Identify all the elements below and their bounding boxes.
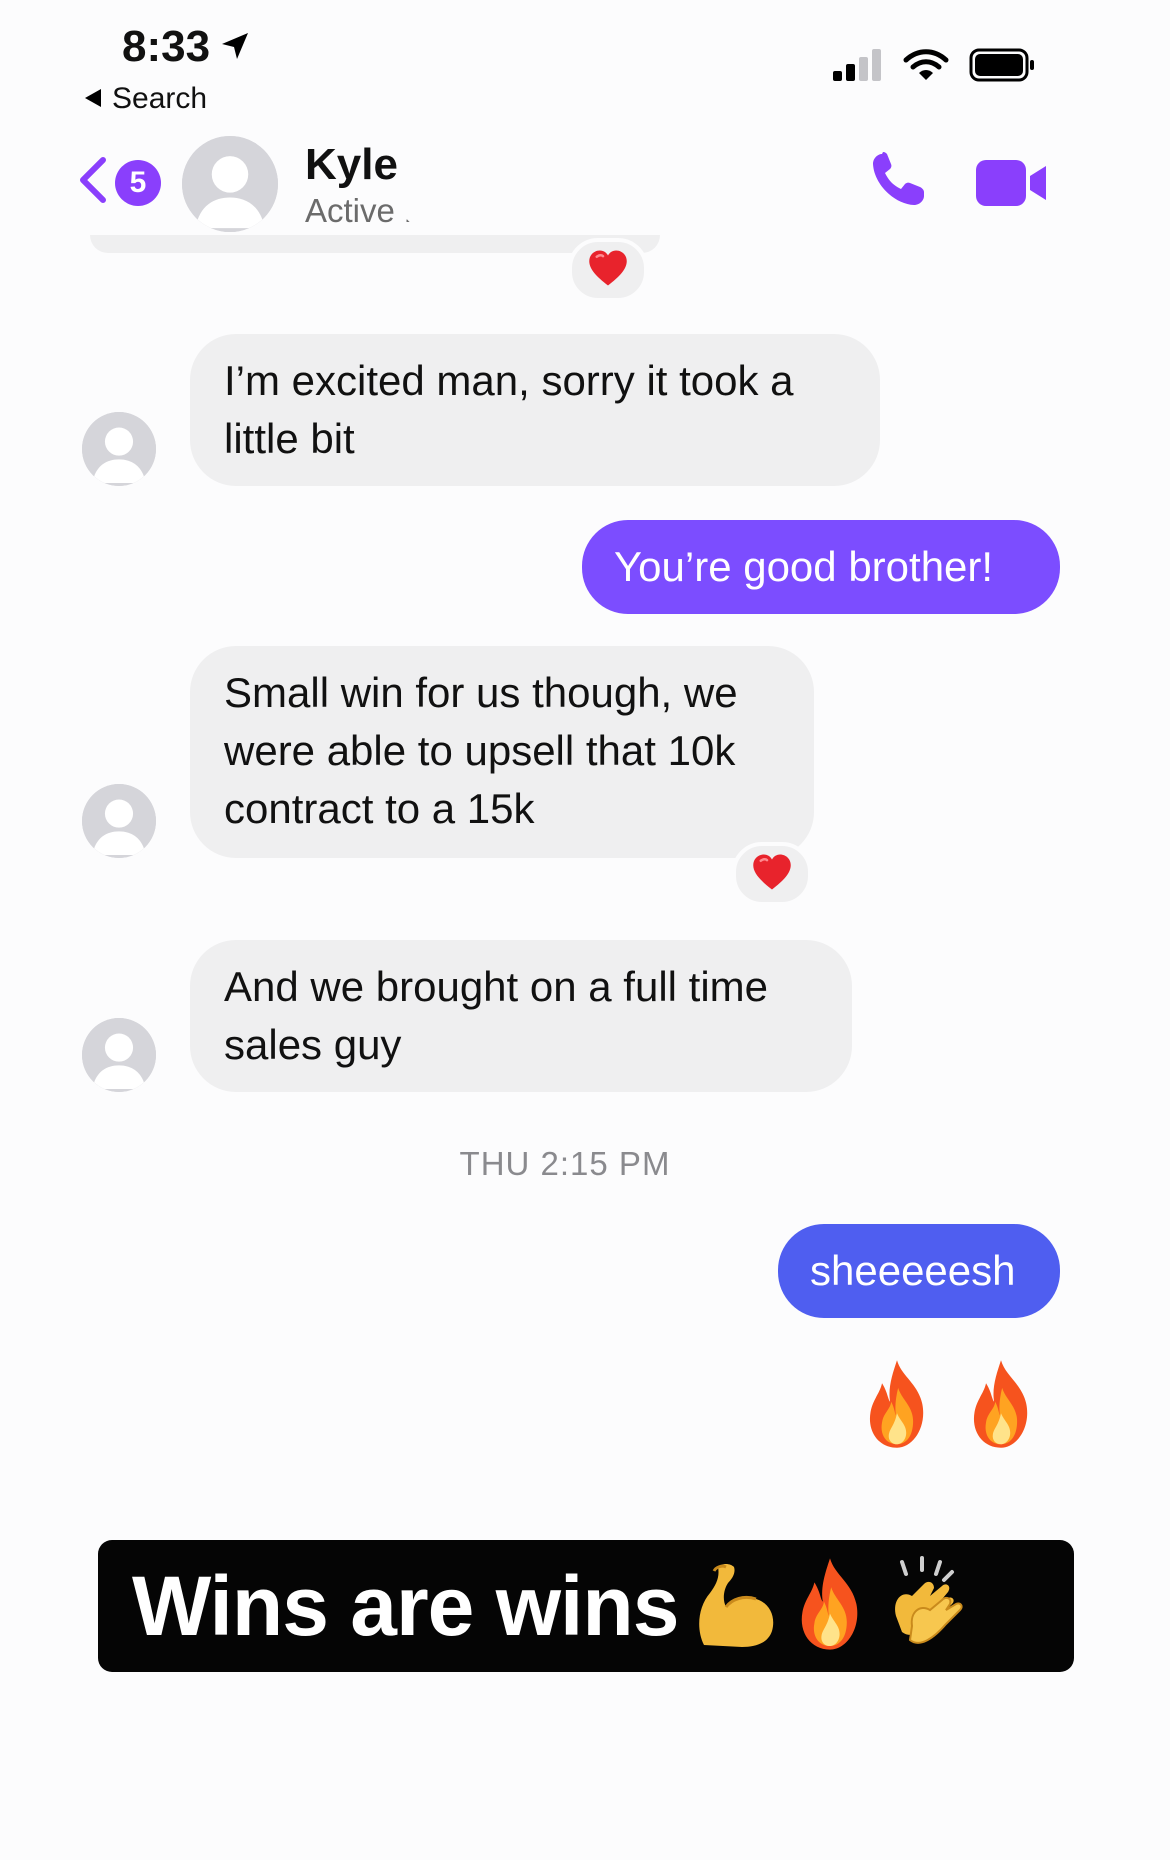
- wifi-icon: [903, 48, 949, 87]
- message-bubble[interactable]: And we brought on a full time sales guy: [190, 940, 852, 1092]
- message-bubble-outgoing[interactable]: You’re good brother!: [582, 520, 1060, 614]
- message-reaction[interactable]: [732, 842, 812, 906]
- status-icons: [833, 48, 1035, 87]
- caption-banner: Wins are wins: [98, 1540, 1074, 1672]
- chat-timestamp: THU 2:15 PM: [459, 1145, 671, 1182]
- time-text: 8:33: [122, 22, 211, 71]
- heart-icon: [752, 853, 792, 896]
- back-triangle-icon: [84, 82, 102, 116]
- chat-header: 5 Kyle Active 10m ago: [0, 120, 1170, 245]
- video-camera-icon: [976, 160, 1048, 210]
- sender-avatar[interactable]: [82, 412, 156, 486]
- redaction-patch: [400, 130, 600, 230]
- sender-avatar[interactable]: [82, 784, 156, 858]
- message-text: I’m excited man, sorry it took a little …: [224, 357, 794, 462]
- message-bubble[interactable]: I’m excited man, sorry it took a little …: [190, 334, 880, 486]
- contact-avatar[interactable]: [182, 136, 278, 232]
- video-call-button[interactable]: [976, 160, 1048, 211]
- message-text: sheeeeesh: [810, 1247, 1016, 1294]
- message-text: And we brought on a full time sales guy: [224, 963, 768, 1068]
- battery-icon: [969, 48, 1035, 87]
- fire-icon: [862, 1358, 932, 1455]
- heart-icon: [588, 249, 628, 292]
- chevron-left-icon: [75, 156, 109, 209]
- back-to-app-link[interactable]: Search: [84, 82, 207, 116]
- phone-icon: [868, 152, 928, 214]
- audio-call-button[interactable]: [868, 150, 928, 215]
- fire-icon: [966, 1358, 1036, 1455]
- location-arrow-icon: [220, 22, 250, 72]
- contact-name[interactable]: Kyle: [305, 140, 398, 190]
- unread-count-badge: 5: [115, 159, 161, 206]
- back-app-label: Search: [112, 82, 208, 115]
- clapping-hands-icon: [882, 1555, 972, 1657]
- fire-icon: [792, 1556, 868, 1657]
- message-text: Small win for us though, we were able to…: [224, 669, 738, 832]
- message-text: You’re good brother!: [614, 543, 994, 590]
- message-bubble[interactable]: Small win for us though, we were able to…: [190, 646, 814, 858]
- message-bubble-outgoing[interactable]: sheeeeesh: [778, 1224, 1060, 1318]
- emoji-message[interactable]: [862, 1358, 1036, 1455]
- message-reaction[interactable]: [568, 238, 648, 302]
- flexed-biceps-icon: [692, 1559, 778, 1654]
- back-button[interactable]: 5: [75, 156, 161, 209]
- sender-avatar[interactable]: [82, 1018, 156, 1092]
- status-time: 8:33: [122, 22, 250, 72]
- caption-text: Wins are wins: [132, 1558, 679, 1653]
- cellular-signal-icon: [833, 49, 883, 86]
